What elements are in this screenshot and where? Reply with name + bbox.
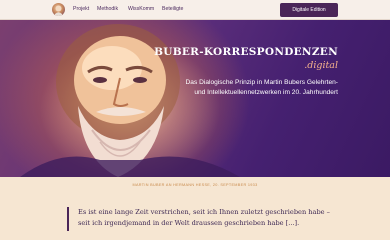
digital-edition-button[interactable]: Digitale Edition [280,3,338,17]
nav-link-projekt[interactable]: Projekt [73,6,89,13]
nav-link-wisskomm[interactable]: WissKomm [128,6,154,13]
hero-title-suffix: .digital [304,60,338,71]
portrait-image [20,24,240,177]
hero-subtitle: Das Dialogische Prinzip in Martin Bubers… [185,79,338,96]
quote-accent-bar [67,207,69,231]
hero-title: BUBER-KORRESPONDENZEN [154,46,338,58]
site-logo[interactable] [52,3,65,16]
top-navbar: Projekt Methodik WissKomm Beteiligte Dig… [0,0,390,20]
nav-link-methodik[interactable]: Methodik [97,6,118,13]
letter-caption: MARTIN BUBER AN HERMANN HESSE, 20. SEPTE… [132,183,258,187]
hero-banner: BUBER-KORRESPONDENZEN .digital Das Dialo… [0,20,390,177]
quote-section: MARTIN BUBER AN HERMANN HESSE, 20. SEPTE… [0,177,390,240]
quote-text: Es ist eine lange Zeit verstrichen, seit… [78,208,330,227]
nav-link-beteiligte[interactable]: Beteiligte [162,6,183,13]
